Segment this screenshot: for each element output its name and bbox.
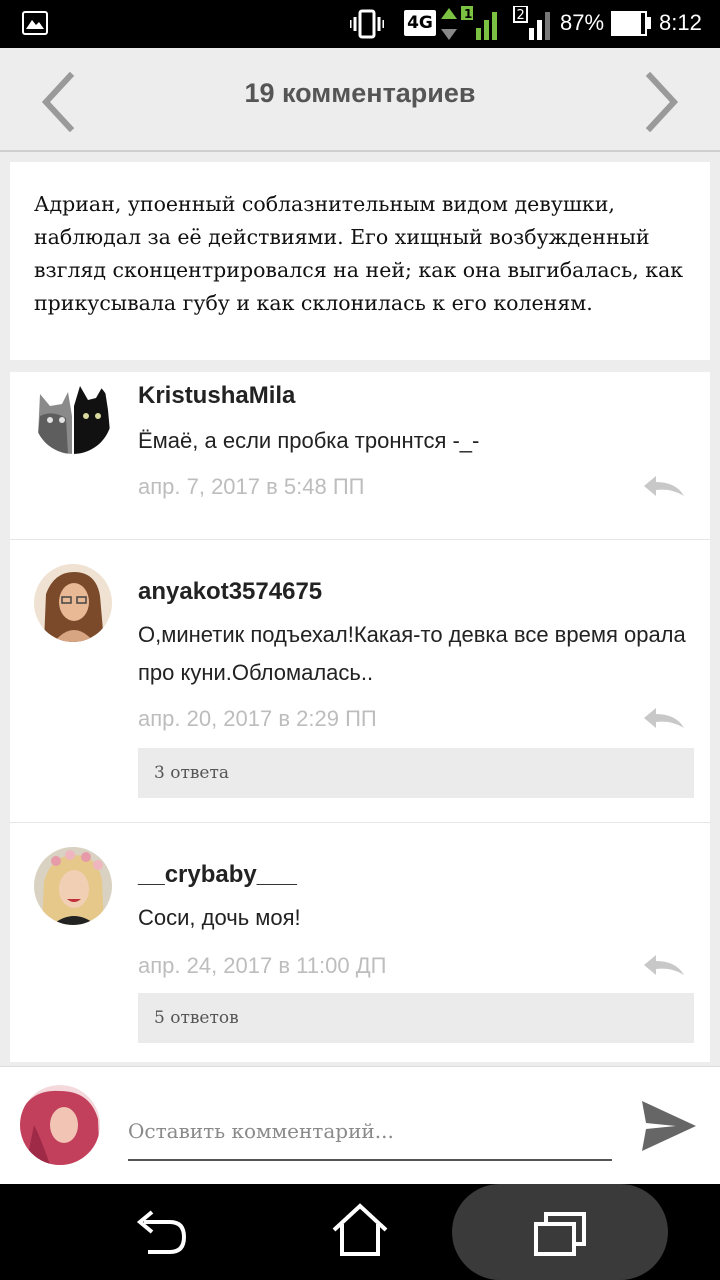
- home-icon[interactable]: [330, 1202, 390, 1258]
- avatar[interactable]: [34, 847, 112, 925]
- comment-input[interactable]: [128, 1103, 612, 1161]
- comment-composer: [0, 1066, 720, 1184]
- avatar[interactable]: [34, 564, 112, 642]
- system-navigation-bar: [0, 1184, 720, 1280]
- comment-item: anyakot3574675 О,минетик подъехал!Какая-…: [10, 540, 710, 822]
- comments-header: 19 комментариев: [0, 48, 720, 152]
- vibrate-icon: [350, 9, 384, 39]
- comment-item: __crybaby___ Соси, дочь моя! апр. 24, 20…: [10, 823, 710, 1062]
- battery-percentage: 87%: [560, 10, 605, 35]
- comment-text: Соси, дочь моя!: [138, 905, 301, 930]
- comments-list: KristushaMila Ёмаё, а если пробка троннт…: [10, 372, 710, 1062]
- reply-icon[interactable]: [642, 706, 686, 732]
- comment-date: апр. 20, 2017 в 2:29 ПП: [138, 706, 377, 731]
- comment-text: О,минетик подъехал!Какая-то девка все вр…: [138, 622, 686, 685]
- gallery-notification-icon: [22, 11, 48, 35]
- send-icon[interactable]: [640, 1099, 698, 1153]
- view-replies-button[interactable]: 3 ответа: [138, 748, 694, 798]
- comment-username[interactable]: __crybaby___: [138, 861, 297, 889]
- comment-username[interactable]: KristushaMila: [138, 382, 295, 410]
- recent-apps-icon[interactable]: [530, 1208, 590, 1258]
- network-type-badge: 4G: [404, 10, 436, 36]
- reply-icon[interactable]: [642, 953, 686, 979]
- avatar[interactable]: [34, 376, 112, 454]
- comment-item: KristushaMila Ёмаё, а если пробка троннт…: [10, 372, 710, 538]
- back-icon[interactable]: [130, 1208, 190, 1258]
- view-replies-button[interactable]: 5 ответов: [138, 993, 694, 1043]
- svg-text:1: 1: [464, 7, 472, 21]
- battery-icon: [611, 11, 647, 36]
- comment-username[interactable]: anyakot3574675: [138, 578, 322, 606]
- page-title: 19 комментариев: [244, 78, 476, 108]
- comment-date: апр. 7, 2017 в 5:48 ПП: [138, 474, 365, 499]
- comment-date: апр. 24, 2017 в 11:00 ДП: [138, 953, 387, 978]
- battery-tip: [647, 17, 651, 29]
- signal-sim1-icon: 1: [461, 6, 497, 40]
- data-activity-icon: [441, 8, 457, 40]
- chevron-right-icon[interactable]: [642, 72, 682, 132]
- current-user-avatar: [20, 1085, 100, 1165]
- status-bar: 4G 1 2 87% 8:12: [0, 0, 720, 48]
- comment-text: Ёмаё, а если пробка троннтся -_-: [138, 428, 480, 453]
- clock: 8:12: [659, 10, 702, 35]
- battery-fill: [613, 13, 641, 34]
- sim2-label: 2: [517, 8, 525, 23]
- reply-icon[interactable]: [642, 474, 686, 500]
- signal-sim2-icon: 2: [513, 6, 550, 40]
- quoted-excerpt: Адриан, упоенный соблазнительным видом д…: [10, 162, 710, 360]
